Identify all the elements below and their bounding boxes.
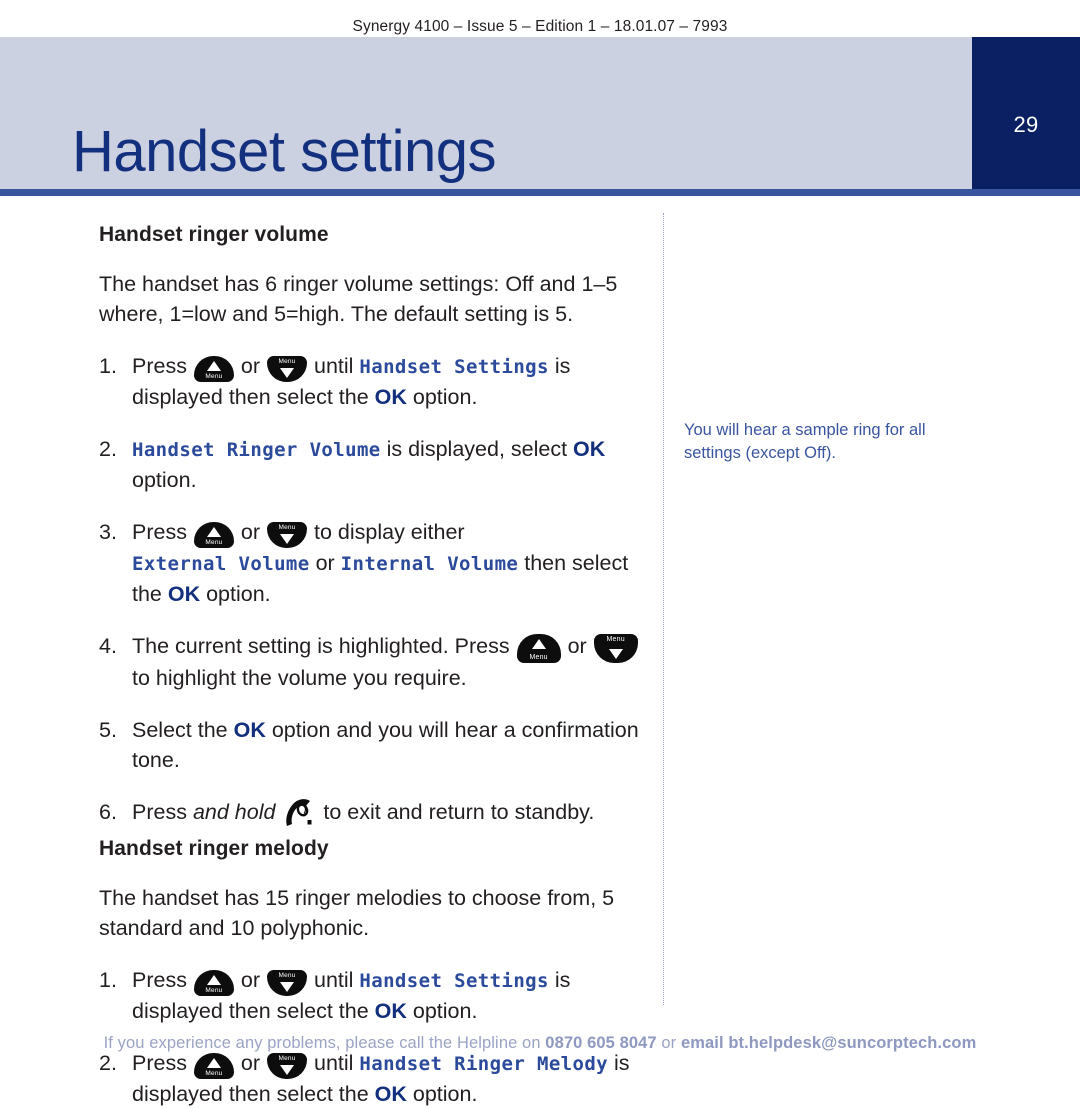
step-text: to highlight the volume you require.	[132, 666, 467, 690]
step-text: Press	[132, 800, 193, 824]
lcd-menu-text: Handset Settings	[359, 356, 549, 378]
ok-softkey-label: OK	[374, 999, 407, 1023]
header-rule-divider	[0, 189, 1080, 196]
step-text: option.	[200, 582, 271, 606]
up-arrow-icon	[206, 361, 221, 371]
step-item: The current setting is highlighted. Pres…	[99, 631, 639, 693]
key-menu-label: Menu	[205, 539, 223, 546]
footer-helpline: If you experience any problems, please c…	[0, 1034, 1080, 1053]
key-menu-label: Menu	[205, 987, 223, 994]
step-item: Press Menu or Menu until Handset Ringer …	[99, 1048, 639, 1109]
step-text: The current setting is highlighted. Pres…	[132, 634, 516, 658]
step-text: Press	[132, 354, 193, 378]
nav-down-menu-key-icon: Menu	[267, 356, 308, 382]
nav-up-menu-key-icon: Menu	[193, 970, 234, 996]
step-text: until	[308, 968, 360, 992]
ok-softkey-label: OK	[573, 437, 606, 461]
step-text: to exit and return to standby.	[317, 800, 595, 824]
ok-softkey-label: OK	[233, 718, 266, 742]
section-intro-paragraph: The handset has 6 ringer volume settings…	[99, 272, 618, 326]
nav-up-menu-key-icon: Menu	[516, 634, 561, 663]
footer-lead-text: If you experience any problems, please c…	[103, 1034, 546, 1052]
footer-phone-number: 0870 605 8047	[545, 1034, 657, 1052]
step-text: Press	[132, 520, 193, 544]
step-text: option.	[406, 1082, 478, 1106]
nav-up-menu-key-icon: Menu	[193, 522, 234, 548]
up-arrow-icon	[206, 527, 221, 537]
chapter-header-band: Handset settings 29	[0, 37, 1080, 189]
key-menu-label: Menu	[278, 972, 296, 979]
nav-down-menu-key-icon: Menu	[267, 1053, 308, 1079]
key-menu-label: Menu	[278, 524, 296, 531]
key-menu-label: Menu	[606, 636, 625, 643]
step-text: or	[234, 1051, 267, 1075]
down-arrow-icon	[280, 368, 295, 378]
step-item: Select the OK option and you will hear a…	[99, 715, 639, 775]
step-text: option.	[132, 468, 197, 492]
main-column: Handset ringer volume The handset has 6 r…	[99, 213, 639, 1109]
page-content: Handset ringer volume The handset has 6 r…	[0, 213, 1080, 1106]
page-number-block: 29	[972, 37, 1080, 189]
lcd-menu-text: Handset Ringer Volume	[132, 439, 381, 461]
down-arrow-icon	[280, 534, 295, 544]
section-heading: Handset ringer volume	[99, 223, 329, 246]
page-number: 29	[1013, 112, 1039, 137]
section-intro-paragraph: The handset has 15 ringer melodies to ch…	[99, 886, 615, 940]
step-item: Press and hold to exit and return to sta…	[99, 797, 639, 827]
key-menu-label: Menu	[205, 373, 223, 380]
column-divider	[663, 213, 665, 1005]
key-menu-label: Menu	[278, 1055, 296, 1062]
step-item: Press Menu or Menu until Handset Setting…	[99, 351, 639, 412]
side-note: You will hear a sample ring for all sett…	[684, 421, 926, 462]
end-call-handset-icon	[284, 799, 314, 827]
step-text: Select the	[132, 718, 234, 742]
nav-down-menu-key-icon: Menu	[593, 634, 638, 663]
step-item: Press Menu or Menu until Handset Setting…	[99, 965, 639, 1026]
step-text: is displayed, select	[380, 437, 574, 461]
down-arrow-icon	[280, 1065, 295, 1075]
ok-softkey-label: OK	[374, 1082, 407, 1106]
up-arrow-icon	[206, 1058, 221, 1068]
ok-softkey-label: OK	[374, 385, 407, 409]
section-heading: Handset ringer melody	[99, 837, 329, 860]
key-menu-label: Menu	[529, 654, 548, 661]
page-title: Handset settings	[72, 119, 497, 184]
step-text: to display either	[308, 520, 465, 544]
ok-softkey-label: OK	[167, 582, 201, 606]
step-text: Press	[132, 968, 193, 992]
lcd-menu-text: External Volume	[132, 553, 310, 575]
lcd-menu-text: Handset Settings	[359, 970, 549, 992]
running-head: Synergy 4100 – Issue 5 – Edition 1 – 18.…	[352, 18, 728, 35]
step-text: or	[234, 520, 267, 544]
key-menu-label: Menu	[278, 358, 296, 365]
step-text: until	[308, 354, 360, 378]
lcd-menu-text: Internal Volume	[340, 553, 519, 575]
lcd-menu-text: Handset Ringer Melody	[359, 1053, 609, 1075]
nav-up-menu-key-icon: Menu	[193, 356, 234, 382]
down-arrow-icon	[280, 982, 295, 992]
nav-down-menu-key-icon: Menu	[267, 522, 308, 548]
down-arrow-icon	[608, 649, 623, 659]
footer-mid-text: or	[656, 1034, 681, 1052]
step-list: Press Menu or Menu until Handset Setting…	[99, 351, 639, 827]
step-item: Handset Ringer Volume is displayed, sele…	[99, 434, 639, 495]
step-text	[275, 800, 281, 824]
step-text: Press	[132, 1051, 193, 1075]
step-text: or	[561, 634, 593, 658]
footer-email-link[interactable]: email bt.helpdesk@suncorptech.com	[681, 1034, 976, 1052]
nav-up-menu-key-icon: Menu	[193, 1053, 234, 1079]
step-text: until	[308, 1051, 360, 1075]
step-item: Press Menu or Menu to display either Ext…	[99, 517, 639, 609]
up-arrow-icon	[206, 975, 221, 985]
sections-host: Handset ringer volume The handset has 6 r…	[99, 223, 639, 1109]
emphasis-text: and hold	[192, 800, 276, 824]
up-arrow-icon	[531, 639, 546, 649]
step-text: option.	[406, 999, 478, 1023]
step-text: option.	[406, 385, 478, 409]
step-text: or	[234, 968, 267, 992]
step-text: or	[309, 551, 341, 575]
nav-down-menu-key-icon: Menu	[267, 970, 308, 996]
step-text: or	[234, 354, 267, 378]
